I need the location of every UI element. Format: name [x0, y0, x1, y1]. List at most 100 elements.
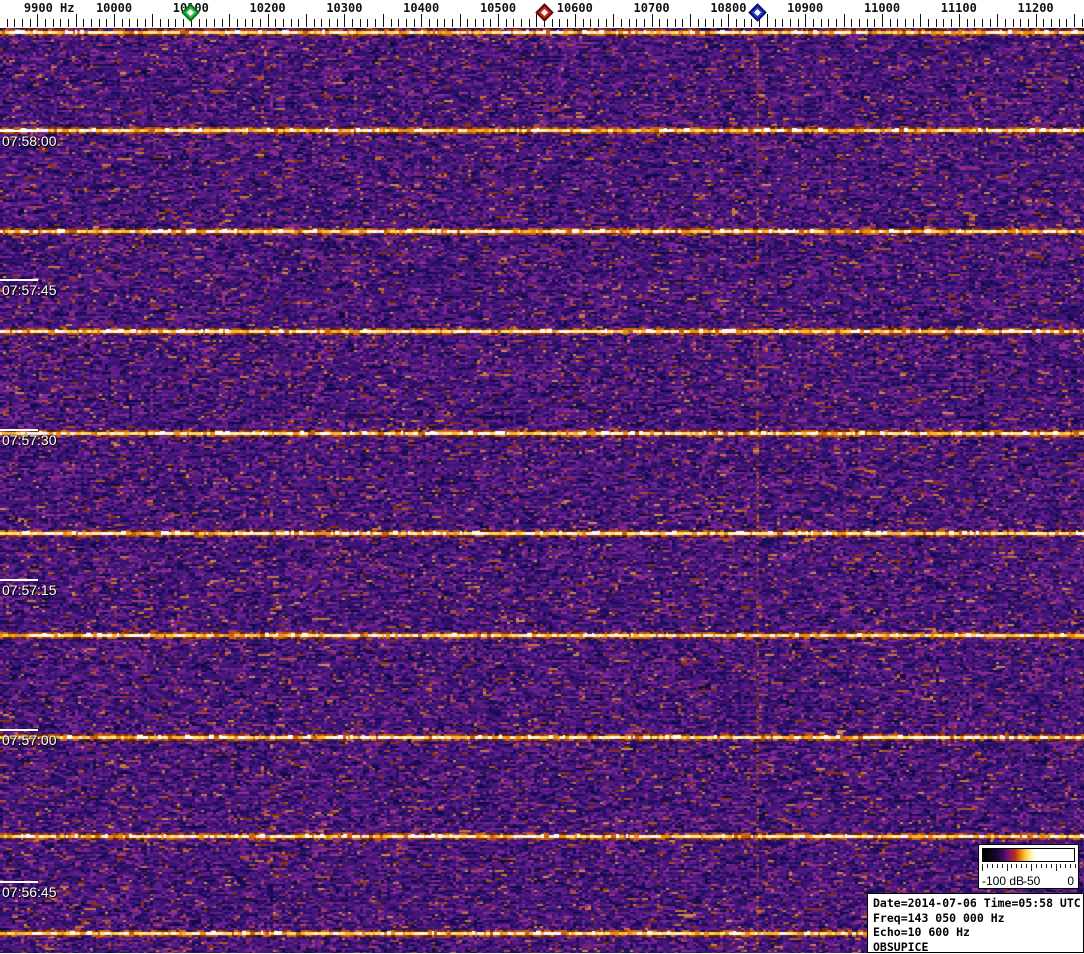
ruler-tick — [129, 19, 130, 27]
ruler-tick — [890, 19, 891, 27]
info-frequency: Freq=143 050 000 Hz — [873, 911, 1083, 926]
ruler-tick — [237, 19, 238, 27]
ruler-tick — [45, 19, 46, 27]
ruler-tick — [1028, 19, 1029, 27]
ruler-tick — [920, 14, 921, 27]
ruler-tick — [767, 14, 768, 27]
ruler-tick — [513, 19, 514, 27]
waterfall-display[interactable] — [0, 28, 1084, 953]
ruler-tick — [444, 19, 445, 27]
ruler-tick — [53, 19, 54, 27]
frequency-label: 10800 — [710, 1, 746, 15]
ruler-tick — [375, 19, 376, 27]
ruler-tick — [22, 19, 23, 27]
ruler-tick — [905, 19, 906, 27]
frequency-label: 10900 — [787, 1, 823, 15]
ruler-tick — [536, 14, 537, 27]
ruler-tick — [68, 19, 69, 27]
time-label: 07:57:00 — [2, 732, 57, 748]
colorbar-tick — [1051, 864, 1052, 868]
ruler-tick — [583, 19, 584, 27]
ruler-tick — [30, 19, 31, 27]
marker-red-diamond[interactable] — [535, 3, 553, 21]
ruler-tick — [667, 19, 668, 27]
colorbar-tick — [1046, 864, 1047, 868]
colorbar-tick — [1026, 864, 1027, 868]
ruler-tick — [252, 19, 253, 27]
colorbar-label-mid: -50 — [1023, 874, 1040, 888]
ruler-tick — [675, 19, 676, 27]
ruler-tick — [268, 14, 269, 27]
ruler-tick — [913, 19, 914, 27]
ruler-tick — [775, 19, 776, 27]
ruler-tick — [275, 19, 276, 27]
ruler-tick — [636, 19, 637, 27]
ruler-tick — [160, 19, 161, 27]
ruler-tick — [152, 14, 153, 27]
ruler-tick — [467, 19, 468, 27]
ruler-tick — [751, 19, 752, 27]
ruler-tick — [659, 19, 660, 27]
ruler-tick — [352, 19, 353, 27]
colorbar-tick — [982, 864, 983, 871]
ruler-tick — [698, 19, 699, 27]
ruler-tick — [145, 19, 146, 27]
ruler-tick — [483, 19, 484, 27]
ruler-tick — [229, 14, 230, 27]
ruler-tick — [329, 19, 330, 27]
ruler-tick — [360, 19, 361, 27]
time-label: 07:58:00 — [2, 133, 57, 149]
ruler-tick — [498, 14, 499, 27]
colorbar-tick — [1041, 864, 1042, 868]
ruler-tick — [598, 19, 599, 27]
ruler-tick — [260, 19, 261, 27]
ruler-tick — [713, 19, 714, 27]
ruler-tick — [291, 19, 292, 27]
ruler-tick — [728, 14, 729, 27]
ruler-tick — [897, 19, 898, 27]
ruler-tick — [222, 19, 223, 27]
ruler-tick — [175, 19, 176, 27]
ruler-tick — [936, 19, 937, 27]
ruler-tick — [106, 19, 107, 27]
ruler-tick — [245, 19, 246, 27]
ruler-tick — [314, 19, 315, 27]
ruler-tick — [406, 19, 407, 27]
colorbar-label-min: -100 dB — [982, 874, 1024, 888]
ruler-tick — [1005, 19, 1006, 27]
ruler-tick — [790, 19, 791, 27]
frequency-label: 10600 — [557, 1, 593, 15]
ruler-tick — [383, 14, 384, 27]
ruler-tick — [844, 14, 845, 27]
ruler-tick — [391, 19, 392, 27]
ruler-tick — [83, 19, 84, 27]
ruler-tick — [283, 19, 284, 27]
ruler-tick — [982, 19, 983, 27]
ruler-tick — [1074, 14, 1075, 27]
ruler-tick — [344, 14, 345, 27]
ruler-tick — [836, 19, 837, 27]
ruler-tick — [652, 14, 653, 27]
ruler-tick — [798, 19, 799, 27]
ruler-tick — [951, 19, 952, 27]
time-tick — [0, 881, 38, 883]
colorbar-tick — [987, 864, 988, 868]
ruler-tick — [552, 19, 553, 27]
colorbar-tick — [1056, 864, 1057, 871]
ruler-tick — [644, 19, 645, 27]
ruler-tick — [682, 19, 683, 27]
frequency-label: 10700 — [634, 1, 670, 15]
ruler-tick — [859, 19, 860, 27]
frequency-label: 10400 — [403, 1, 439, 15]
time-tick — [0, 429, 38, 431]
ruler-tick — [590, 19, 591, 27]
ruler-tick — [414, 19, 415, 27]
frequency-label: 11000 — [864, 1, 900, 15]
time-tick — [0, 279, 38, 281]
colorbar-legend: -100 dB -50 0 — [978, 844, 1079, 889]
colorbar-tick — [1016, 864, 1017, 868]
colorbar-tick — [1007, 864, 1008, 871]
ruler-tick — [744, 19, 745, 27]
colorbar-tick — [1070, 864, 1071, 868]
ruler-tick — [14, 19, 15, 27]
